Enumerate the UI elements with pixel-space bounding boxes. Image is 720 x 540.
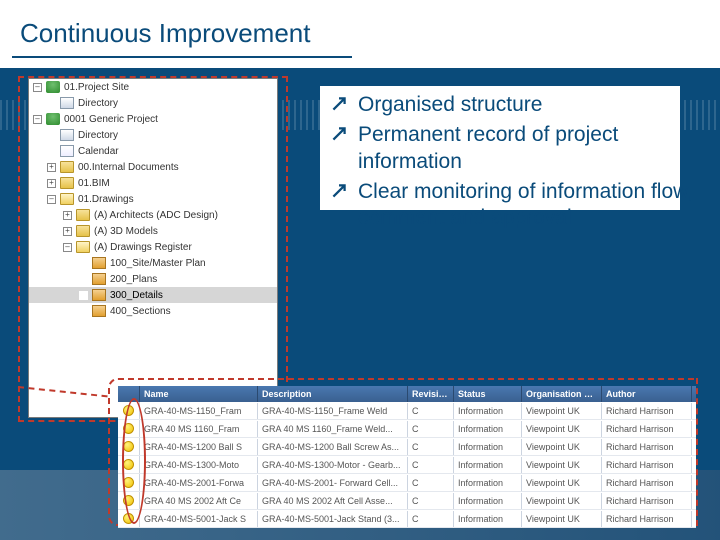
table-cell: GRA-40-MS-1200 Ball S — [140, 439, 258, 455]
table-cell: C — [408, 421, 454, 437]
bullet-item: Permanent record of project information — [330, 122, 702, 175]
table-cell: Viewpoint UK — [522, 457, 602, 473]
arrow-up-right-icon — [330, 92, 348, 118]
table-cell: GRA 40 MS 1160_Frame Weld... — [258, 421, 408, 437]
bullet-item: Clear monitoring of information flow, co… — [330, 179, 702, 232]
bullet-text: Permanent record of project information — [358, 122, 702, 175]
table-cell: Information — [454, 421, 522, 437]
arrow-up-right-icon — [330, 179, 348, 232]
table-cell: C — [408, 475, 454, 491]
bullet-text: Clear monitoring of information flow, co… — [358, 179, 702, 232]
table-header-cell[interactable]: Status — [454, 386, 522, 402]
table-row[interactable]: GRA-40-MS-2001-ForwaGRA-40-MS-2001- Forw… — [118, 474, 696, 492]
table-cell: Richard Harrison — [602, 439, 692, 455]
table-header-row: NameDescriptionRevisionStatusOrganisatio… — [118, 386, 696, 402]
table-cell: GRA-40-MS-1150_Fram — [140, 403, 258, 419]
table-cell: Richard Harrison — [602, 475, 692, 491]
table-header-cell[interactable]: Description — [258, 386, 408, 402]
callout-tree-highlight — [18, 76, 288, 422]
table-cell: GRA-40-MS-1150_Frame Weld — [258, 403, 408, 419]
table-cell: C — [408, 511, 454, 527]
table-cell: Viewpoint UK — [522, 439, 602, 455]
table-cell: GRA-40-MS-1200 Ball Screw As... — [258, 439, 408, 455]
table-header-cell[interactable]: Name — [140, 386, 258, 402]
table-cell: Viewpoint UK — [522, 421, 602, 437]
table-cell: GRA-40-MS-5001-Jack Stand (3... — [258, 511, 408, 527]
table-row[interactable]: GRA-40-MS-5001-Jack SGRA-40-MS-5001-Jack… — [118, 510, 696, 528]
table-cell: Information — [454, 493, 522, 509]
table-cell: GRA 40 MS 2002 Aft Cell Asse... — [258, 493, 408, 509]
table-cell: Information — [454, 403, 522, 419]
table-cell: GRA 40 MS 2002 Aft Ce — [140, 493, 258, 509]
table-cell: Viewpoint UK — [522, 403, 602, 419]
table-cell: Viewpoint UK — [522, 511, 602, 527]
table-row[interactable]: GRA 40 MS 1160_FramGRA 40 MS 1160_Frame … — [118, 420, 696, 438]
table-cell: Information — [454, 511, 522, 527]
table-cell: C — [408, 493, 454, 509]
table-cell: Richard Harrison — [602, 511, 692, 527]
table-cell: C — [408, 439, 454, 455]
table-cell: Richard Harrison — [602, 421, 692, 437]
table-header-cell[interactable]: Author — [602, 386, 692, 402]
table-header-cell[interactable]: Revision — [408, 386, 454, 402]
bullets-list: Organised structure Permanent record of p… — [330, 92, 702, 235]
title-underline — [12, 56, 352, 58]
table-cell: GRA 40 MS 1160_Fram — [140, 421, 258, 437]
bullet-text: Organised structure — [358, 92, 702, 118]
page-title: Continuous Improvement — [20, 18, 310, 49]
table-cell: Viewpoint UK — [522, 475, 602, 491]
callout-status-ellipse — [122, 398, 146, 524]
table-cell: Richard Harrison — [602, 457, 692, 473]
table-cell: GRA-40-MS-1300-Motor - Gearb... — [258, 457, 408, 473]
table-cell: Information — [454, 439, 522, 455]
table-cell: GRA-40-MS-1300-Moto — [140, 457, 258, 473]
table-cell: GRA-40-MS-5001-Jack S — [140, 511, 258, 527]
table-row[interactable]: GRA-40-MS-1200 Ball SGRA-40-MS-1200 Ball… — [118, 438, 696, 456]
table-cell: GRA-40-MS-2001- Forward Cell... — [258, 475, 408, 491]
table-row[interactable]: GRA-40-MS-1150_FramGRA-40-MS-1150_Frame … — [118, 402, 696, 420]
table-cell: Information — [454, 475, 522, 491]
table-row[interactable]: GRA 40 MS 2002 Aft CeGRA 40 MS 2002 Aft … — [118, 492, 696, 510]
table-cell: Richard Harrison — [602, 403, 692, 419]
bullet-item: Organised structure — [330, 92, 702, 118]
table-cell: Richard Harrison — [602, 493, 692, 509]
table-header-cell[interactable]: Organisation Name — [522, 386, 602, 402]
table-cell: Viewpoint UK — [522, 493, 602, 509]
table-row[interactable]: GRA-40-MS-1300-MotoGRA-40-MS-1300-Motor … — [118, 456, 696, 474]
table-cell: C — [408, 403, 454, 419]
arrow-up-right-icon — [330, 122, 348, 175]
drawings-table: NameDescriptionRevisionStatusOrganisatio… — [118, 386, 696, 528]
table-cell: Information — [454, 457, 522, 473]
table-cell: GRA-40-MS-2001-Forwa — [140, 475, 258, 491]
table-cell: C — [408, 457, 454, 473]
